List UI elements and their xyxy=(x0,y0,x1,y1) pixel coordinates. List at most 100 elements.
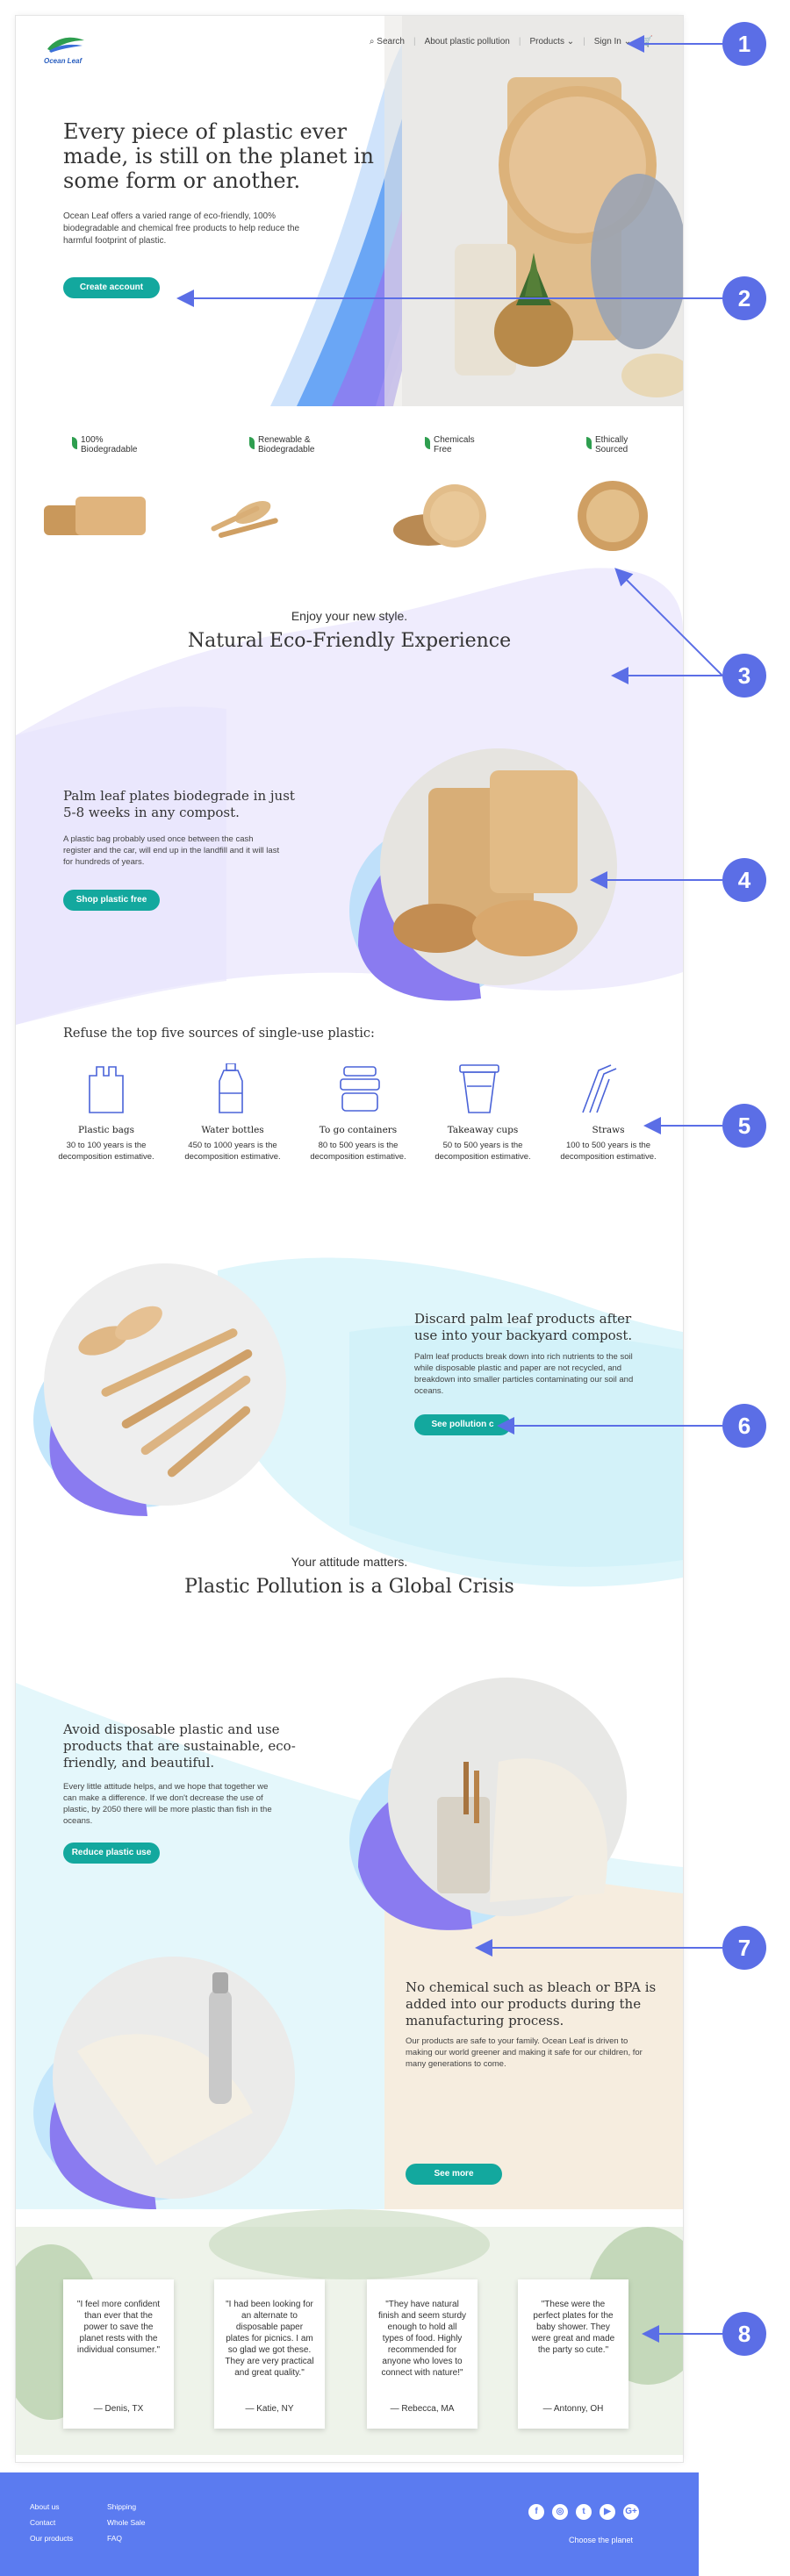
annotation-marker: 2 xyxy=(722,276,766,320)
annotation-marker: 6 xyxy=(722,1404,766,1448)
testimonial-quote: "These were the perfect plates for the b… xyxy=(531,2300,615,2355)
footer-tagline: Choose the planet xyxy=(569,2536,634,2544)
chemical-text: Our products are safe to your family. Oc… xyxy=(406,2036,643,2069)
feature-label: Renewable & Biodegradable xyxy=(258,435,315,454)
discard-text: Palm leaf products break down into rich … xyxy=(414,1352,634,1396)
bag-image xyxy=(349,1678,627,1930)
source-name: Water bottles xyxy=(201,1125,264,1135)
feature-item: 100% Biodegradable xyxy=(72,435,160,454)
source-icons xyxy=(89,1063,617,1113)
annotation-marker: 8 xyxy=(722,2312,766,2356)
leaf-icon xyxy=(72,437,77,449)
feature-label: 100% Biodegradable xyxy=(81,435,138,454)
feature-label: Ethically Sourced xyxy=(595,435,628,454)
youtube-icon[interactable]: ▶ xyxy=(600,2504,615,2520)
palm-image xyxy=(349,748,617,1001)
feature-label: Chemicals Free xyxy=(434,435,475,454)
plastic-bag-icon xyxy=(89,1066,124,1113)
annotation-marker: 5 xyxy=(722,1104,766,1148)
google-plus-icon[interactable]: G+ xyxy=(623,2504,639,2520)
search-label: Search xyxy=(377,36,405,47)
style-title: Natural Eco-Friendly Experience xyxy=(187,630,512,652)
footer-col-1: About us Contact Our products xyxy=(30,2502,73,2550)
feature-item: Ethically Sourced xyxy=(586,435,657,454)
testimonial-author: — Katie, NY xyxy=(245,2404,294,2414)
leaf-icon xyxy=(425,437,430,449)
cup-icon xyxy=(459,1064,499,1113)
source-desc: 30 to 100 years is the decomposition est… xyxy=(58,1141,154,1162)
testimonial-card: "I feel more confident than ever that th… xyxy=(63,2279,174,2429)
source-desc: 50 to 500 years is the decomposition est… xyxy=(434,1141,531,1162)
annotation-marker: 1 xyxy=(722,22,766,66)
testimonial-card: "These were the perfect plates for the b… xyxy=(518,2279,628,2429)
source-item: Water bottles 450 to 1000 years is the de… xyxy=(184,1116,281,1163)
source-name: To go containers xyxy=(319,1125,398,1135)
product-cutlery-image xyxy=(211,501,278,538)
testimonial-quote: "I feel more confident than ever that th… xyxy=(76,2300,161,2355)
chemical-title: No chemical such as bleach or BPA is add… xyxy=(406,1979,657,2029)
testimonial-quote: "I had been looking for an alternate to … xyxy=(225,2300,314,2378)
footer: About us Contact Our products Shipping W… xyxy=(0,2472,699,2576)
source-desc: 450 to 1000 years is the decomposition e… xyxy=(184,1141,281,1162)
hero-text: Ocean Leaf offers a varied range of eco-… xyxy=(63,211,300,246)
hero-title: Every piece of plastic ever made, is sti… xyxy=(63,119,375,193)
attitude-kicker: Your attitude matters. xyxy=(291,1555,408,1569)
page-card: Ocean Leaf ⌕ Search | About plastic poll… xyxy=(16,16,683,2462)
facebook-icon[interactable]: f xyxy=(528,2504,544,2520)
logo[interactable]: Ocean Leaf xyxy=(44,33,86,65)
footer-link[interactable]: Shipping xyxy=(107,2502,145,2511)
footer-link[interactable]: FAQ xyxy=(107,2534,145,2543)
product-bowl-image xyxy=(578,481,648,551)
logo-text: Ocean Leaf xyxy=(44,57,83,65)
attitude-title: Plastic Pollution is a Global Crisis xyxy=(184,1576,514,1598)
footer-link[interactable]: Contact xyxy=(30,2518,73,2527)
search-icon: ⌕ xyxy=(369,36,375,47)
testimonial-card: "I had been looking for an alternate to … xyxy=(214,2279,325,2429)
palm-title: Palm leaf plates biodegrade in just 5-8 … xyxy=(63,788,295,820)
source-name: Takeaway cups xyxy=(447,1125,519,1135)
testimonial-card: "They have natural finish and seem sturd… xyxy=(367,2279,478,2429)
reduce-plastic-button[interactable]: Reduce plastic use xyxy=(63,1843,160,1864)
avoid-title: Avoid disposable plastic and use product… xyxy=(63,1721,296,1771)
testimonial-quote: "They have natural finish and seem sturd… xyxy=(377,2300,467,2378)
cutlery-image xyxy=(33,1263,286,1516)
avoid-text: Every little attitude helps, and we hope… xyxy=(63,1782,272,1826)
testimonial-author: — Rebecca, MA xyxy=(390,2404,455,2414)
bottle-image xyxy=(33,1957,295,2209)
style-kicker: Enjoy your new style. xyxy=(291,609,408,623)
water-bottle-icon xyxy=(219,1063,243,1113)
product-round-plates-image xyxy=(393,484,486,547)
twitter-icon[interactable]: t xyxy=(576,2504,592,2520)
source-item: Straws 100 to 500 years is the decomposit… xyxy=(560,1116,657,1163)
footer-link[interactable]: Whole Sale xyxy=(107,2518,145,2527)
footer-link[interactable]: Our products xyxy=(30,2534,73,2543)
discard-title: Discard palm leaf products after use int… xyxy=(414,1311,633,1343)
source-item: Takeaway cups 50 to 500 years is the deco… xyxy=(434,1116,531,1163)
testimonial-author: — Denis, TX xyxy=(93,2404,144,2414)
source-item: To go containers 80 to 500 years is the d… xyxy=(310,1116,406,1163)
search-link[interactable]: ⌕ Search xyxy=(370,37,405,47)
footer-link[interactable]: About us xyxy=(30,2502,73,2511)
source-desc: 100 to 500 years is the decomposition es… xyxy=(560,1141,657,1162)
feature-item: Chemicals Free xyxy=(425,435,495,454)
footer-col-2: Shipping Whole Sale FAQ xyxy=(107,2502,145,2550)
annotation-marker: 7 xyxy=(722,1926,766,1970)
source-item: Plastic bags 30 to 100 years is the decom… xyxy=(58,1116,154,1163)
testimonial-author: — Antonny, OH xyxy=(542,2404,604,2414)
social-icons: f ◎ t ▶ G+ xyxy=(528,2502,647,2520)
leaf-icon xyxy=(249,437,255,449)
annotation-marker: 4 xyxy=(722,858,766,902)
create-account-button[interactable]: Create account xyxy=(63,277,160,298)
feature-item: Renewable & Biodegradable xyxy=(249,435,328,454)
shop-plastic-free-button[interactable]: Shop plastic free xyxy=(63,890,160,911)
sources-title: Refuse the top five sources of single-us… xyxy=(63,1027,375,1041)
source-desc: 80 to 500 years is the decomposition est… xyxy=(310,1141,406,1162)
container-icon xyxy=(340,1066,380,1112)
see-more-button[interactable]: See more xyxy=(406,2164,502,2185)
instagram-icon[interactable]: ◎ xyxy=(552,2504,568,2520)
leaf-icon xyxy=(586,437,592,449)
straw-icon xyxy=(582,1064,617,1113)
annotation-marker: 3 xyxy=(722,654,766,698)
see-pollution-button[interactable]: See pollution c xyxy=(414,1414,511,1435)
source-name: Plastic bags xyxy=(78,1125,134,1135)
